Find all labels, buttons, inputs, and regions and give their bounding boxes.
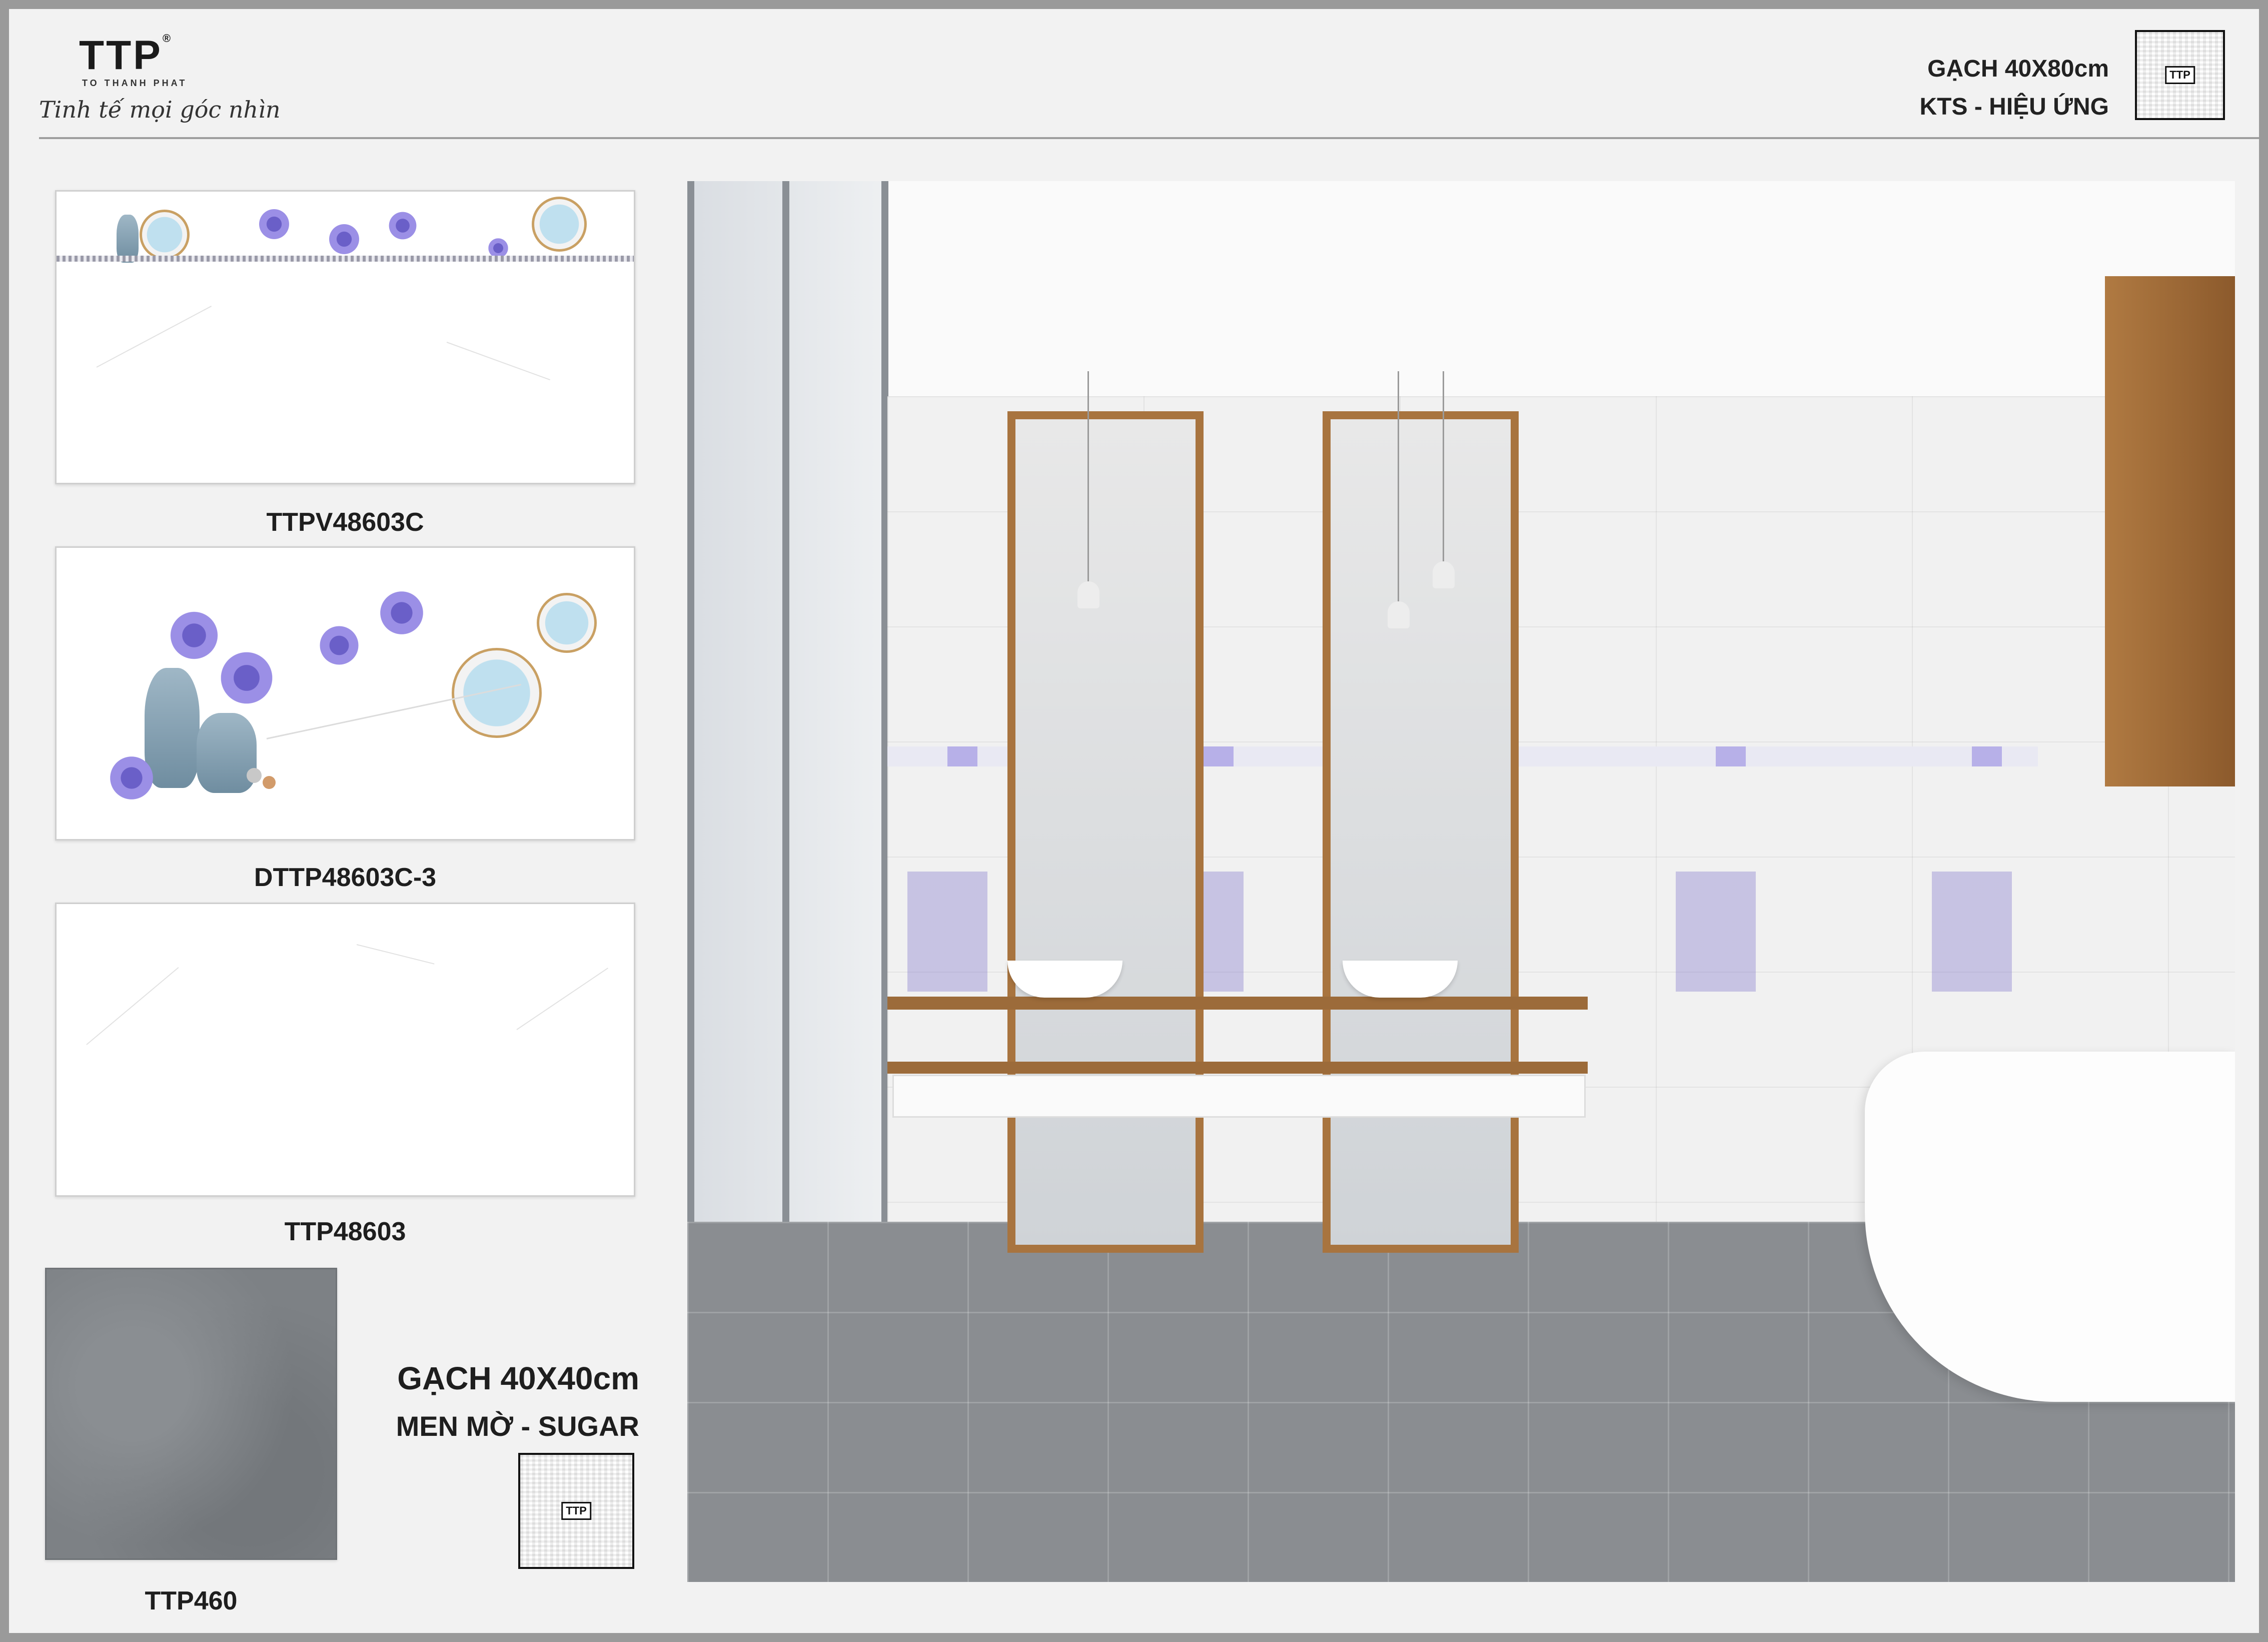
pendant-light-icon (1433, 561, 1455, 588)
flower-icon (217, 648, 277, 708)
tile-swatch-border (55, 190, 635, 484)
vanity-drawer (892, 1075, 1586, 1118)
mirror-right (1323, 411, 1519, 1253)
product-line-title: GẠCH 40X80cm (1927, 56, 2109, 82)
pendant-cord (1443, 371, 1444, 561)
pendant-light-icon (1077, 581, 1099, 608)
tile-swatch-plain (55, 903, 635, 1197)
vanity-top-shelf (887, 997, 1588, 1010)
flower-icon (257, 207, 292, 242)
tile-code-label: DTTP48603C-3 (254, 863, 437, 892)
tile-code-label: TTP48603 (284, 1217, 406, 1246)
flower-icon (377, 588, 427, 638)
mirror-left (1007, 411, 1204, 1253)
pearl-icon (247, 768, 262, 783)
floor-tile-code-label: TTP460 (145, 1586, 238, 1615)
header-qr-code: TTP (2135, 30, 2225, 120)
vanity-lower-shelf (887, 1062, 1588, 1074)
marble-vein (446, 342, 551, 381)
catalog-sheet: TTP® TO THANH PHAT Tinh tế mọi góc nhìn … (9, 9, 2259, 1633)
vase-icon (197, 713, 257, 793)
decor-ring-icon (452, 648, 542, 738)
marble-vein (96, 306, 212, 368)
tile-swatch-floor (45, 1268, 337, 1560)
product-finish-title: KTS - HIỆU ỨNG (1919, 94, 2109, 120)
marble-vein (86, 967, 179, 1045)
tile-swatch-decor (55, 546, 635, 841)
decor-ring-icon (537, 593, 597, 653)
flower-icon (327, 222, 362, 257)
brand-slogan: Tinh tế mọi góc nhìn (39, 96, 281, 123)
bathroom-render (687, 181, 2235, 1582)
floor-tile-size-title: GẠCH 40X40cm (397, 1360, 639, 1396)
header-divider (39, 137, 2259, 139)
pendant-cord (1087, 371, 1089, 581)
flower-icon (317, 623, 362, 668)
qr-badge-label: TTP (561, 1502, 591, 1520)
brand-company-name: TO THANH PHAT (82, 78, 188, 88)
decor-ring-icon (532, 197, 587, 252)
marble-vein (516, 968, 608, 1030)
brand-logo: TTP® (79, 32, 173, 78)
pendant-light-icon (1388, 601, 1410, 628)
decor-ring-icon (140, 210, 190, 260)
wood-wall-cabinet (2105, 276, 2235, 786)
floor-qr-code: TTP (518, 1453, 634, 1569)
flower-icon (107, 753, 157, 803)
pearl-icon (263, 776, 276, 789)
ceiling (687, 181, 2235, 396)
marble-vein (356, 944, 435, 965)
flower-icon (167, 608, 222, 663)
floor-tile-finish-title: MEN MỜ - SUGAR (396, 1410, 639, 1442)
flower-icon (387, 210, 419, 242)
qr-badge-label: TTP (2165, 66, 2195, 84)
border-strip (57, 256, 634, 262)
tile-code-label: TTPV48603C (266, 508, 424, 537)
pendant-cord (1398, 371, 1399, 601)
